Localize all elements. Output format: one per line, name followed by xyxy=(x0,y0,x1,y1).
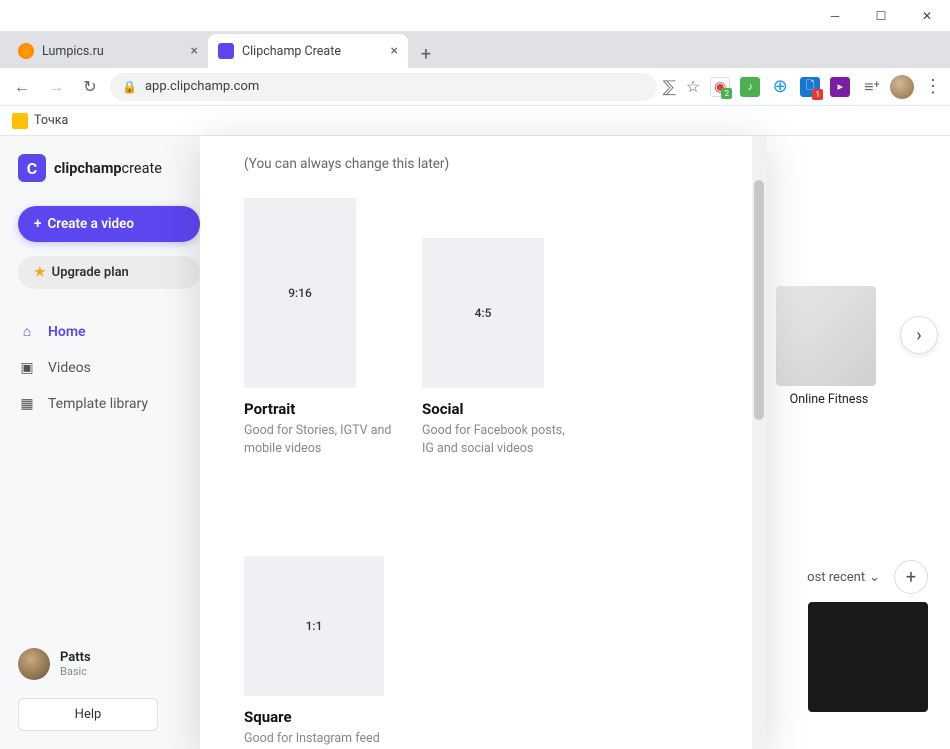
nav-back-button[interactable]: ← xyxy=(8,73,36,101)
extension-icon[interactable]: ◉2 xyxy=(710,77,730,97)
bookmarks-bar: Точка xyxy=(0,106,950,136)
ratio-title: Social xyxy=(422,400,572,418)
ratio-description: Good for Facebook posts, IG and social v… xyxy=(422,422,572,458)
extension-icon[interactable]: ▸ xyxy=(830,77,850,97)
sidebar-item-home[interactable]: ⌂ Home xyxy=(18,313,200,350)
url-text: app.clipchamp.com xyxy=(145,79,259,94)
user-avatar-icon xyxy=(18,648,50,680)
chevron-down-icon: ⌄ xyxy=(869,570,880,585)
star-icon[interactable]: ☆ xyxy=(686,77,700,96)
template-thumbnail xyxy=(776,286,876,386)
button-label: Upgrade plan xyxy=(52,265,129,280)
sidebar-item-template-library[interactable]: ▦ Template library xyxy=(18,386,200,422)
nav-label: Template library xyxy=(48,396,148,412)
translate-icon[interactable]: ⅀ xyxy=(663,77,676,96)
nav-reload-button[interactable]: ↻ xyxy=(76,73,104,101)
folder-icon: ▣ xyxy=(18,360,36,376)
nav-forward-button[interactable]: → xyxy=(42,73,70,101)
sort-dropdown[interactable]: ost recent ⌄ xyxy=(807,570,880,585)
template-label: Online Fitness xyxy=(776,392,882,407)
add-button[interactable]: + xyxy=(894,560,928,594)
create-video-button[interactable]: + Create a video xyxy=(18,206,200,242)
user-block[interactable]: Patts Basic xyxy=(18,640,200,688)
upgrade-plan-button[interactable]: ★ Upgrade plan xyxy=(18,256,200,289)
tab-close-icon[interactable]: × xyxy=(191,43,198,59)
tab-title: Clipchamp Create xyxy=(242,44,341,59)
ratio-title: Square xyxy=(244,708,394,726)
nav-label: Home xyxy=(48,324,86,340)
ratio-preview: 1:1 xyxy=(244,556,384,696)
browser-tab-active[interactable]: Clipchamp Create × xyxy=(208,34,408,68)
profile-avatar[interactable] xyxy=(890,75,914,99)
ratio-option-social[interactable]: 4:5 Social Good for Facebook posts, IG a… xyxy=(422,198,572,458)
favicon-icon xyxy=(218,43,234,59)
tab-close-icon[interactable]: × xyxy=(391,43,398,59)
bookmark-item[interactable]: Точка xyxy=(34,113,68,128)
browser-tabstrip: Lumpics.ru × Clipchamp Create × + xyxy=(0,32,950,68)
browser-tab[interactable]: Lumpics.ru × xyxy=(8,34,208,68)
window-minimize-button[interactable]: ─ xyxy=(812,0,858,32)
carousel-next-button[interactable]: › xyxy=(900,316,938,354)
template-icon: ▦ xyxy=(18,396,36,412)
plus-icon: + xyxy=(906,567,916,588)
window-titlebar: ─ ☐ ✕ xyxy=(0,0,950,32)
extension-icon[interactable]: 🗋1 xyxy=(800,77,820,97)
chevron-right-icon: › xyxy=(916,325,921,346)
ratio-preview: 4:5 xyxy=(422,238,544,388)
folder-icon xyxy=(12,113,28,129)
new-tab-button[interactable]: + xyxy=(412,40,440,68)
ratio-preview: 9:16 xyxy=(244,198,356,388)
user-tier: Basic xyxy=(60,665,91,678)
extension-icons: ⅀ ☆ ◉2 ♪ ⊕ 🗋1 ▸ ≡⁺ ⋮ xyxy=(663,75,942,99)
browser-menu-icon[interactable]: ⋮ xyxy=(924,76,942,97)
lock-icon: 🔒 xyxy=(122,80,137,94)
help-button[interactable]: Help xyxy=(18,698,158,731)
ratio-option-portrait[interactable]: 9:16 Portrait Good for Stories, IGTV and… xyxy=(244,198,394,458)
ratio-description: Good for Stories, IGTV and mobile videos xyxy=(244,422,394,458)
ratio-title: Portrait xyxy=(244,400,394,418)
user-name: Patts xyxy=(60,650,91,665)
video-thumbnail[interactable] xyxy=(808,602,928,712)
address-input[interactable]: 🔒 app.clipchamp.com xyxy=(110,73,657,101)
scrollbar-thumb[interactable] xyxy=(754,180,764,420)
page-content: C clipchampcreate + Create a video ★ Upg… xyxy=(0,136,950,749)
logo-text: clipchampcreate xyxy=(54,160,162,177)
nav-label: Videos xyxy=(48,360,91,376)
favicon-icon xyxy=(18,43,34,59)
sidebar-item-videos[interactable]: ▣ Videos xyxy=(18,350,200,386)
window-maximize-button[interactable]: ☐ xyxy=(858,0,904,32)
app-logo[interactable]: C clipchampcreate xyxy=(18,154,200,182)
browser-address-bar: ← → ↻ 🔒 app.clipchamp.com ⅀ ☆ ◉2 ♪ ⊕ 🗋1 … xyxy=(0,68,950,106)
template-card[interactable]: Online Fitness xyxy=(776,286,882,407)
extension-icon[interactable]: ♪ xyxy=(740,77,760,97)
modal-subtitle: (You can always change this later) xyxy=(244,156,734,172)
ratio-option-square[interactable]: 1:1 Square Good for Instagram feed video… xyxy=(244,484,394,749)
button-label: Create a video xyxy=(47,216,134,232)
plus-icon: + xyxy=(34,216,41,232)
extension-icon[interactable]: ⊕ xyxy=(770,77,790,97)
star-icon: ★ xyxy=(34,265,46,280)
home-icon: ⌂ xyxy=(18,323,36,340)
logo-mark-icon: C xyxy=(18,154,46,182)
scrollbar-track[interactable] xyxy=(752,136,766,749)
reading-list-icon[interactable]: ≡⁺ xyxy=(864,77,880,97)
app-sidebar: C clipchampcreate + Create a video ★ Upg… xyxy=(0,136,200,749)
tab-title: Lumpics.ru xyxy=(42,44,104,59)
ratio-description: Good for Instagram feed videos xyxy=(244,730,394,749)
aspect-ratio-modal: (You can always change this later) 9:16 … xyxy=(200,136,766,749)
window-close-button[interactable]: ✕ xyxy=(904,0,950,32)
